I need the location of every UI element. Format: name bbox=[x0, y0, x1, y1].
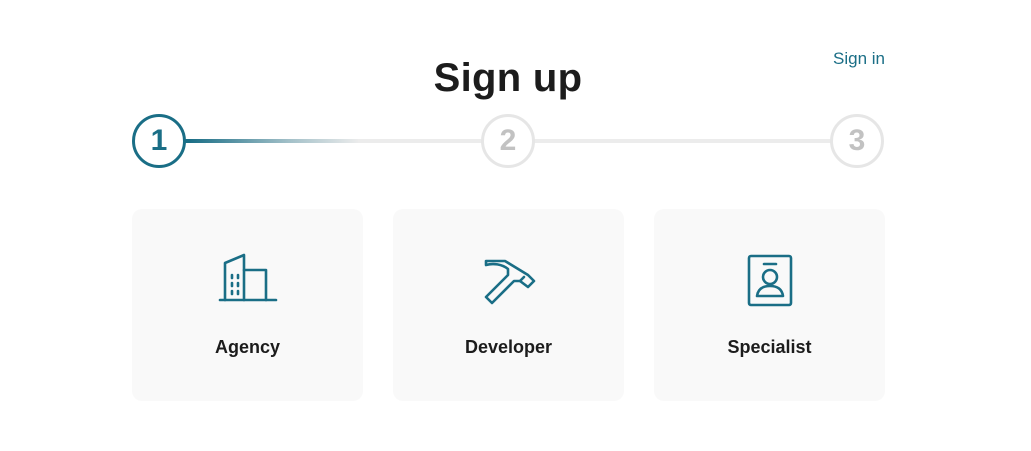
developer-label: Developer bbox=[464, 337, 553, 357]
agency-option-card[interactable]: Agency bbox=[132, 209, 363, 401]
step-2[interactable]: 2 bbox=[481, 114, 535, 168]
agency-label: Agency bbox=[214, 337, 281, 357]
step-3[interactable]: 3 bbox=[830, 114, 884, 168]
account-type-options: Agency Developer Specialist bbox=[132, 209, 886, 401]
specialist-option-card[interactable]: Specialist bbox=[654, 209, 885, 401]
developer-option-card[interactable]: Developer bbox=[393, 209, 624, 401]
building-icon bbox=[217, 251, 279, 311]
hammer-icon bbox=[478, 251, 540, 311]
id-badge-icon bbox=[739, 251, 801, 311]
signup-stepper: 1 2 3 bbox=[132, 114, 886, 170]
step-1[interactable]: 1 bbox=[132, 114, 186, 168]
stepper-progress bbox=[159, 139, 359, 143]
specialist-label: Specialist bbox=[727, 337, 812, 357]
sign-in-link[interactable]: Sign in bbox=[833, 48, 885, 70]
